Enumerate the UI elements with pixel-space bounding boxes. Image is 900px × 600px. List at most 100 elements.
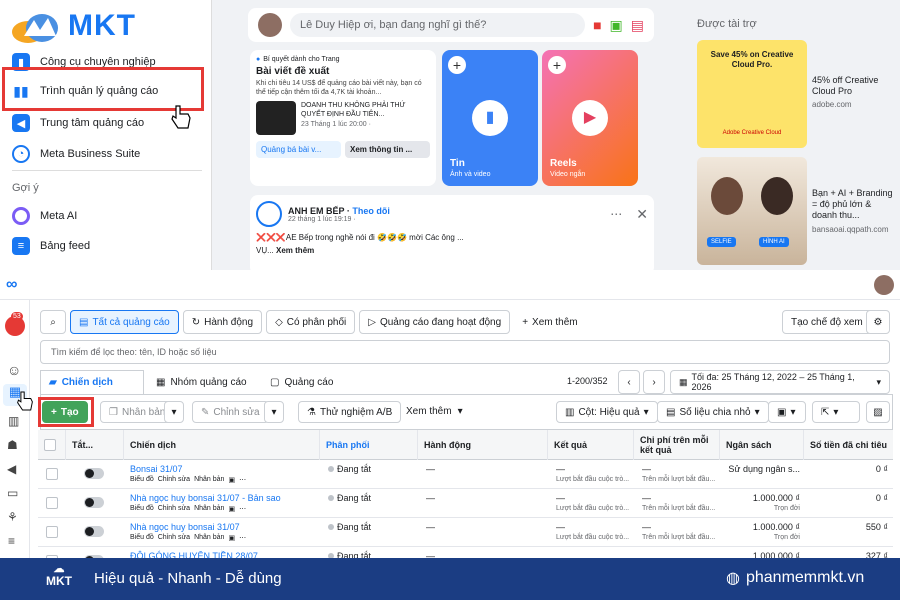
chevron-down-icon: ▾ — [643, 406, 649, 418]
create-view-button[interactable]: Tạo chế độ xem — [782, 310, 872, 334]
col-toggle[interactable]: Tắt... — [66, 430, 124, 460]
filter-chip-actions[interactable]: ↻ Hành động — [182, 310, 263, 334]
reel-create-card[interactable]: + ▶ Reels Video ngắn — [542, 50, 638, 186]
col-actions[interactable]: Hành động — [418, 430, 548, 460]
footer-website[interactable]: ◍ phanmemmkt.vn — [726, 568, 864, 588]
tab-adsets[interactable]: ▦ Nhóm quảng cáo — [150, 370, 247, 394]
export-dropdown[interactable]: ⇱ ▾ — [812, 401, 860, 423]
reel-icon[interactable]: ▤ — [631, 17, 644, 34]
network-icon[interactable]: ⚘ — [7, 510, 18, 524]
tab-ads[interactable]: ▢ Quảng cáo — [264, 370, 333, 394]
more-icon[interactable]: ⋯ — [610, 207, 622, 221]
table-row[interactable]: Nhà ngọc huy bonsai 31/07 - Bản sao Biểu … — [38, 489, 893, 518]
ad-image-adobe[interactable]: Save 45% on Creative Cloud Pro. Adobe Cr… — [697, 40, 807, 148]
edit-action[interactable]: Chỉnh sửa — [158, 476, 190, 484]
edit-dropdown[interactable]: ▾ — [264, 401, 284, 423]
see-more-link[interactable]: Xem thêm — [276, 246, 314, 255]
settings-icon[interactable]: ⚙ — [866, 310, 890, 334]
sidebar-item-business-suite[interactable]: ◔ Meta Business Suite — [12, 145, 140, 163]
campaign-name[interactable]: ĐỘI GÓNG HUYỆN TIỀN 28/07 — [130, 551, 258, 558]
chart-action[interactable]: Biểu đồ — [130, 476, 154, 484]
prev-page-button[interactable]: ‹ — [618, 370, 640, 394]
meta-logo-icon[interactable]: ∞ — [6, 276, 17, 294]
pin-icon[interactable]: ▣ — [228, 505, 235, 513]
toggle-switch[interactable] — [84, 526, 104, 537]
ad-title[interactable]: Bạn + AI + Branding = độ phủ lớn & doanh… — [812, 188, 898, 221]
col-results[interactable]: Kết quả — [548, 430, 634, 460]
chart-icon[interactable]: ▨ — [866, 401, 890, 423]
toggle-switch[interactable] — [84, 468, 104, 479]
toggle-switch[interactable] — [84, 497, 104, 508]
search-input[interactable]: Tìm kiếm để lọc theo: tên, ID hoặc số li… — [40, 340, 890, 364]
billing-icon[interactable]: ▭ — [7, 486, 18, 500]
table-row[interactable]: ĐỘI GÓNG HUYỆN TIỀN 28/07 Đang tắt — 1.000.… — [38, 547, 893, 558]
duplicate-action[interactable]: Nhân bản — [194, 534, 224, 542]
duplicate-action[interactable]: Nhân bản — [194, 505, 224, 513]
columns-dropdown[interactable]: ▥ Cột: Hiệu quả ▾ — [556, 401, 658, 423]
chart-action[interactable]: Biểu đồ — [130, 505, 154, 513]
plus-icon[interactable]: + — [448, 56, 466, 74]
next-page-button[interactable]: › — [643, 370, 665, 394]
campaign-name[interactable]: Bonsai 31/07 — [130, 464, 183, 474]
see-more-button[interactable]: + Xem thêm — [514, 310, 586, 334]
date-range-picker[interactable]: ▦ Tối đa: 25 Tháng 12, 2022 – 25 Tháng 1,… — [670, 370, 890, 394]
live-video-icon[interactable]: ■ — [593, 17, 601, 33]
select-all-checkbox[interactable] — [44, 439, 56, 451]
megaphone-icon[interactable]: ◀ — [7, 462, 16, 476]
reports-dropdown[interactable]: ▣ ▾ — [768, 401, 806, 423]
cloud-logo-icon — [12, 14, 58, 43]
row-checkbox[interactable] — [46, 497, 58, 509]
smile-icon[interactable]: ☺ — [7, 362, 21, 378]
sidebar-item-meta-ai[interactable]: Meta AI — [12, 207, 77, 225]
chart-action[interactable]: Biểu đồ — [130, 534, 154, 542]
col-cost-per-result[interactable]: Chi phí trên mỗi kết quả — [634, 430, 720, 460]
filter-chip-active-ads[interactable]: ▷ Quảng cáo đang hoạt động — [359, 310, 511, 334]
more-icon[interactable]: ⋯ — [239, 534, 246, 542]
avatar[interactable] — [874, 275, 894, 295]
audience-icon[interactable]: ☗ — [7, 438, 18, 452]
ad-image-ai[interactable]: SELFIE HÌNH AI — [697, 157, 807, 265]
more-icon[interactable]: ⋯ — [239, 476, 246, 484]
story-create-card[interactable]: + ▮ Tin Ảnh và video — [442, 50, 538, 186]
duplicate-action[interactable]: Nhân bản — [194, 476, 224, 484]
more-icon[interactable]: ⋯ — [239, 505, 246, 513]
campaign-name[interactable]: Nhà ngọc huy bonsai 31/07 — [130, 522, 240, 532]
campaign-name[interactable]: Nhà ngọc huy bonsai 31/07 - Bản sao — [130, 493, 281, 503]
pin-icon[interactable]: ▣ — [228, 534, 235, 542]
col-delivery[interactable]: Phân phối — [320, 430, 418, 460]
pin-icon[interactable]: ▣ — [228, 476, 235, 484]
more-dropdown[interactable]: Xem thêm ▾ — [406, 406, 463, 417]
view-insights-button[interactable]: Xem thông tin ... — [345, 141, 430, 158]
plus-icon[interactable]: + — [548, 56, 566, 74]
col-budget[interactable]: Ngân sách — [720, 430, 804, 460]
table-row[interactable]: Bonsai 31/07 Biểu đồ Chỉnh sửa Nhân bản ▣ ⋯ Đa… — [38, 460, 893, 489]
create-button[interactable]: + Tạo — [42, 401, 88, 423]
page-name[interactable]: ANH EM BẾP — [288, 206, 344, 216]
pages-icon[interactable]: ▥ — [8, 414, 19, 428]
edit-action[interactable]: Chỉnh sửa — [158, 534, 190, 542]
search-button[interactable]: ⌕ — [40, 310, 66, 334]
photo-icon[interactable]: ▣ — [610, 17, 623, 34]
duplicate-dropdown[interactable]: ▾ — [164, 401, 184, 423]
menu-icon[interactable]: ≡ — [8, 534, 15, 548]
ab-test-button[interactable]: ⚗ Thử nghiệm A/B — [298, 401, 402, 423]
filter-chip-all-ads[interactable]: ▤ Tất cả quảng cáo — [70, 310, 179, 334]
edit-action[interactable]: Chỉnh sửa — [158, 505, 190, 513]
close-icon[interactable]: ✕ — [636, 206, 648, 223]
row-checkbox[interactable] — [46, 526, 58, 538]
boost-post-button[interactable]: Quảng bá bài v... — [256, 141, 341, 158]
composer-input[interactable]: Lê Duy Hiệp ơi, bạn đang nghĩ gì thế? — [290, 13, 586, 37]
breakdown-dropdown[interactable]: ▤ Số liệu chia nhỏ ▾ — [657, 401, 769, 423]
follow-link[interactable]: Theo dõi — [352, 206, 390, 216]
edit-button[interactable]: ✎ Chỉnh sửa — [192, 401, 269, 423]
col-campaign[interactable]: Chiến dịch — [124, 430, 320, 460]
col-amount-spent[interactable]: Số tiền đã chi tiêu — [804, 430, 893, 460]
sidebar-item-ad-center[interactable]: ◀ Trung tâm quảng cáo — [12, 114, 144, 132]
row-checkbox[interactable] — [46, 468, 58, 480]
table-row[interactable]: Nhà ngọc huy bonsai 31/07 Biểu đồ Chỉnh sử… — [38, 518, 893, 547]
sidebar-item-feed[interactable]: ≡ Bảng feed — [12, 237, 90, 255]
tab-campaigns[interactable]: ▰ Chiến dịch — [40, 370, 144, 394]
ad-title[interactable]: 45% off Creative Cloud Pro — [812, 75, 898, 97]
filter-chip-delivering[interactable]: ◇ Có phân phối — [266, 310, 356, 334]
plus-icon: + — [51, 406, 57, 418]
